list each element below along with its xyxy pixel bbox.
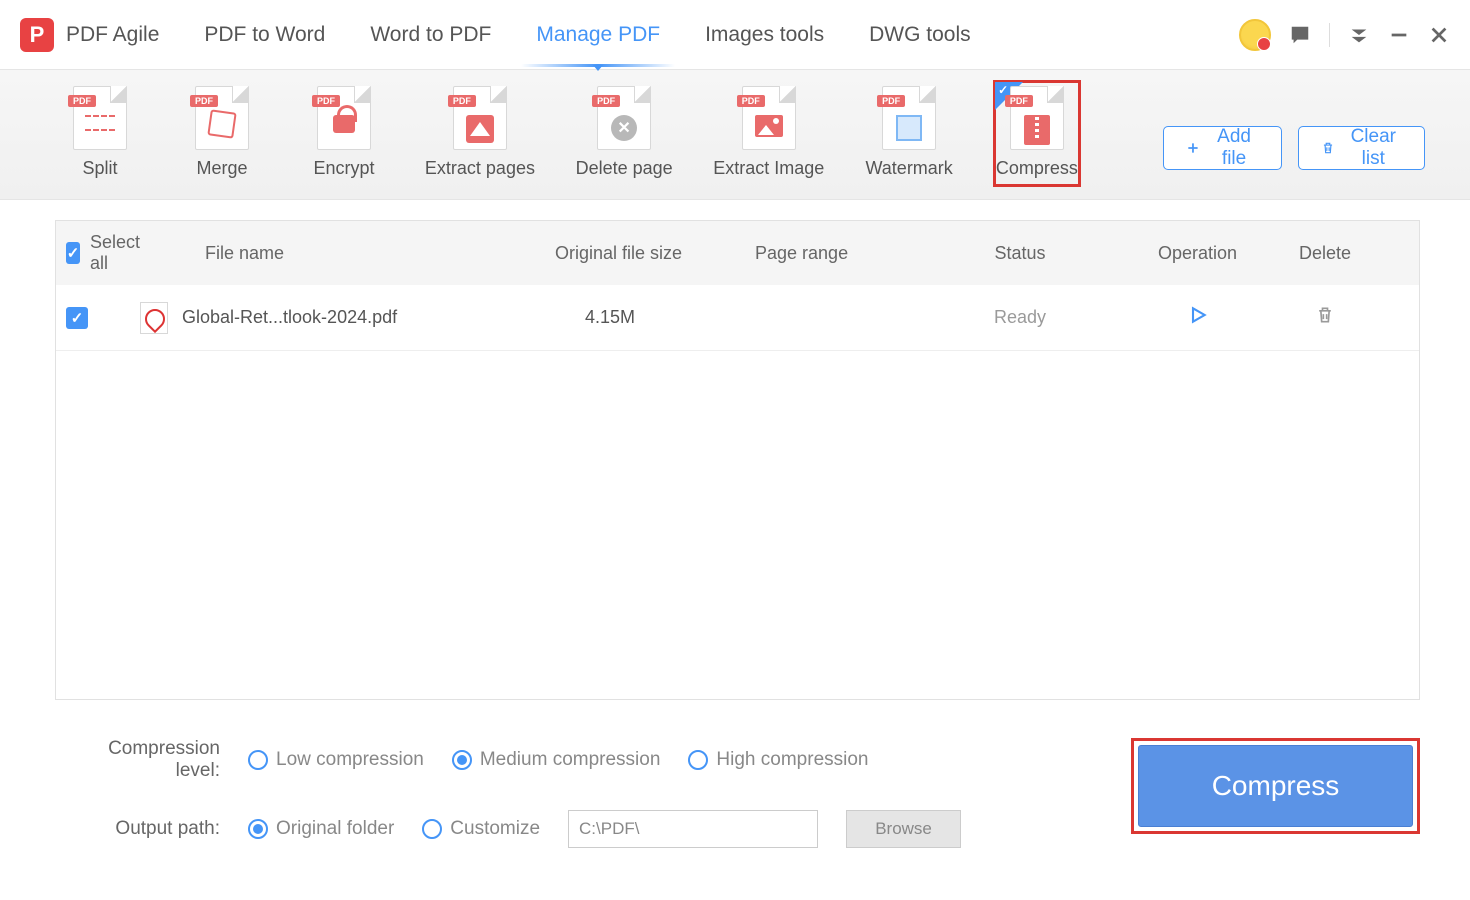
add-file-label: Add file — [1210, 126, 1259, 170]
tool-ribbon: PDF Split PDF Merge PDF Encrypt PDF Extr… — [0, 70, 1470, 200]
col-operation: Operation — [1158, 243, 1237, 264]
radio-icon — [422, 819, 442, 839]
run-operation-button[interactable] — [1188, 305, 1208, 330]
file-size: 4.15M — [555, 307, 755, 328]
compression-level-label: Compression level: — [70, 738, 220, 782]
file-panel: ✓ Select all File name Original file siz… — [55, 220, 1420, 700]
user-avatar-icon[interactable] — [1239, 19, 1271, 51]
feedback-icon[interactable] — [1289, 24, 1311, 46]
plus-icon — [1186, 139, 1200, 157]
radio-high-compression[interactable]: High compression — [688, 749, 868, 771]
trash-icon — [1315, 305, 1335, 325]
radio-original-folder[interactable]: Original folder — [248, 818, 394, 840]
pdf-file-icon — [140, 302, 168, 334]
tool-encrypt[interactable]: PDF Encrypt — [304, 82, 384, 185]
output-path-row: Output path: Original folder Customize B… — [70, 810, 961, 848]
main-area: ✓ Select all File name Original file siz… — [0, 200, 1470, 700]
output-path-label: Output path: — [70, 818, 220, 840]
table-row: ✓ Global-Ret...tlook-2024.pdf 4.15M Read… — [56, 285, 1419, 351]
app-logo-icon: P — [20, 18, 54, 52]
tool-extract-pages-label: Extract pages — [425, 158, 535, 179]
col-file-name: File name — [140, 243, 555, 264]
tool-extract-image[interactable]: PDF Extract Image — [714, 82, 823, 185]
tool-merge[interactable]: PDF Merge — [182, 82, 262, 185]
tool-merge-label: Merge — [196, 158, 247, 179]
nav-pdf-to-word[interactable]: PDF to Word — [204, 5, 325, 65]
col-page-range: Page range — [755, 243, 930, 264]
clear-list-label: Clear list — [1345, 126, 1402, 170]
compression-level-row: Compression level: Low compression Mediu… — [70, 738, 961, 782]
compress-button[interactable]: Compress — [1138, 745, 1413, 827]
minimize-icon[interactable] — [1388, 24, 1410, 46]
output-path-input[interactable] — [568, 810, 818, 848]
file-status: Ready — [994, 307, 1046, 328]
row-checkbox[interactable]: ✓ — [66, 307, 88, 329]
radio-medium-compression[interactable]: Medium compression — [452, 749, 661, 771]
tool-split-label: Split — [82, 158, 117, 179]
nav-images-tools[interactable]: Images tools — [705, 5, 824, 65]
play-icon — [1188, 305, 1208, 325]
delete-row-button[interactable] — [1315, 305, 1335, 330]
col-status: Status — [994, 243, 1045, 264]
file-name: Global-Ret...tlook-2024.pdf — [182, 307, 397, 328]
col-original-size: Original file size — [555, 243, 755, 264]
tool-split[interactable]: PDF Split — [60, 82, 140, 185]
select-all-label: Select all — [90, 232, 140, 274]
browse-button[interactable]: Browse — [846, 810, 961, 848]
radio-low-compression[interactable]: Low compression — [248, 749, 424, 771]
tool-compress[interactable]: PDF Compress — [995, 82, 1078, 185]
tool-compress-label: Compress — [996, 158, 1078, 179]
tool-watermark-label: Watermark — [865, 158, 952, 179]
app-name: PDF Agile — [66, 23, 159, 47]
footer-controls: Compression level: Low compression Mediu… — [0, 700, 1470, 848]
radio-customize[interactable]: Customize — [422, 818, 540, 840]
col-delete: Delete — [1299, 243, 1351, 264]
radio-icon — [248, 819, 268, 839]
window-controls — [1239, 19, 1450, 51]
trash-icon — [1321, 139, 1335, 157]
radio-icon — [688, 750, 708, 770]
nav-manage-pdf[interactable]: Manage PDF — [536, 5, 660, 65]
clear-list-button[interactable]: Clear list — [1298, 126, 1425, 170]
nav-word-to-pdf[interactable]: Word to PDF — [370, 5, 491, 65]
table-header: ✓ Select all File name Original file siz… — [56, 221, 1419, 285]
tool-watermark[interactable]: PDF Watermark — [865, 82, 953, 185]
close-icon[interactable] — [1428, 24, 1450, 46]
select-all-checkbox[interactable]: ✓ — [66, 242, 80, 264]
add-file-button[interactable]: Add file — [1163, 126, 1282, 170]
tool-extract-image-label: Extract Image — [713, 158, 824, 179]
tool-delete-page[interactable]: PDF✕ Delete page — [576, 82, 673, 185]
dropdown-icon[interactable] — [1348, 24, 1370, 46]
top-nav: P PDF Agile PDF to Word Word to PDF Mana… — [0, 0, 1470, 70]
separator — [1329, 23, 1330, 47]
nav-dwg-tools[interactable]: DWG tools — [869, 5, 971, 65]
tool-encrypt-label: Encrypt — [313, 158, 374, 179]
radio-icon — [452, 750, 472, 770]
radio-icon — [248, 750, 268, 770]
app-logo-block: P PDF Agile — [20, 18, 159, 52]
compress-highlight: Compress — [1131, 738, 1420, 834]
tool-extract-pages[interactable]: PDF Extract pages — [426, 82, 534, 185]
tool-delete-page-label: Delete page — [576, 158, 673, 179]
